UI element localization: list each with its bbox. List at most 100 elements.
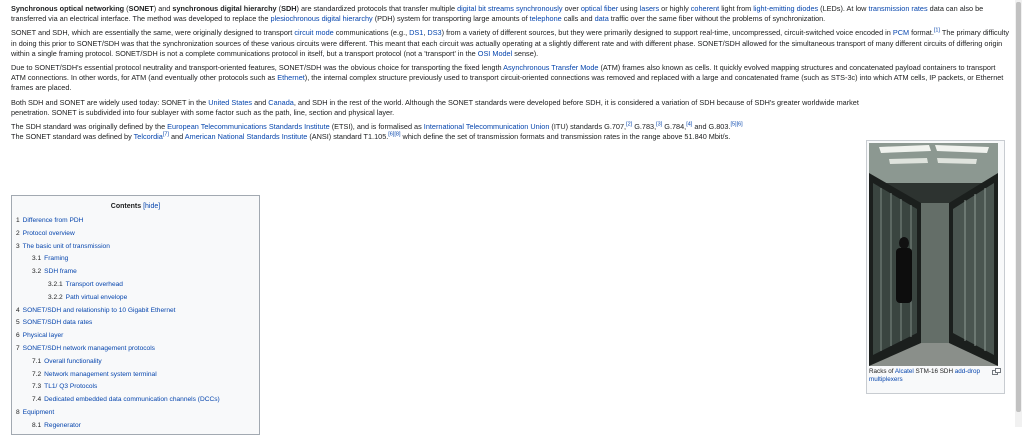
toc-item[interactable]: 3.2.1 Transport overhead: [16, 279, 255, 292]
toc-item[interactable]: 7.2 Network management system terminal: [16, 369, 255, 382]
toc-item-number: 7.3: [32, 383, 42, 391]
toc-item-number: 2: [16, 229, 20, 237]
link-ansi[interactable]: American National Standards Institute: [185, 132, 308, 141]
toc-item[interactable]: 8 Equipment: [16, 407, 255, 420]
article-body: Synchronous optical networking (SONET) a…: [11, 4, 1011, 146]
text: using: [618, 4, 640, 13]
toc-item-link[interactable]: Difference from PDH: [23, 217, 84, 224]
link-atm[interactable]: Asynchronous Transfer Mode: [503, 63, 598, 72]
toc-item-link[interactable]: SONET/SDH network management protocols: [23, 345, 155, 352]
scrollbar-thumb[interactable]: [1016, 2, 1021, 412]
toc-item-link[interactable]: Framing: [44, 255, 68, 262]
toc-item-link[interactable]: SONET/SDH and relationship to 10 Gigabit…: [23, 307, 176, 314]
link-coherent[interactable]: coherent: [691, 4, 719, 13]
link-pcm[interactable]: PCM: [893, 28, 909, 37]
toc-title-text: Contents: [110, 203, 142, 210]
toc-item[interactable]: 7.3 TL1/ Q3 Protocols: [16, 381, 255, 394]
text: Due to SONET/SDH's essential protocol ne…: [11, 63, 504, 73]
link-united-states[interactable]: United States: [208, 98, 252, 107]
link-optical-fiber[interactable]: optical fiber: [581, 4, 618, 13]
toc-list: 1 Difference from PDH 2 Protocol overview 3 T…: [16, 215, 255, 433]
toc-item-link[interactable]: Physical layer: [23, 332, 64, 339]
toc-item-link[interactable]: TL1/ Q3 Protocols: [44, 383, 97, 390]
toc-item-number: 6: [16, 332, 20, 340]
toc-item[interactable]: 1 Difference from PDH: [16, 215, 255, 228]
enlarge-icon[interactable]: [992, 368, 1001, 378]
link-leds[interactable]: light-emitting diodes: [753, 4, 818, 13]
scrollbar-track[interactable]: [1015, 0, 1022, 427]
text: (PDH) system for transporting large amou…: [372, 14, 530, 24]
toc-item[interactable]: 3 The basic unit of transmission: [16, 241, 255, 254]
toc-item-link[interactable]: Transport overhead: [66, 281, 123, 288]
link-itu[interactable]: International Telecommunication Union: [424, 122, 550, 131]
racks-photo[interactable]: [869, 143, 998, 366]
toc-item-link[interactable]: Protocol overview: [23, 230, 75, 237]
toc-item-number: 3.2: [32, 268, 42, 276]
toc-item-link[interactable]: SONET/SDH data rates: [23, 319, 93, 326]
citation-6-8[interactable]: [6][8]: [388, 132, 400, 138]
toc-item[interactable]: 4 SONET/SDH and relationship to 10 Gigabi…: [16, 305, 255, 318]
text: Both SDH and SONET are widely used today…: [11, 97, 209, 107]
link-synchronously[interactable]: synchronously: [516, 4, 563, 13]
text: The SONET standard was defined by: [11, 132, 134, 142]
text: which define the set of transmission for…: [400, 132, 731, 142]
link-osi-model[interactable]: OSI Model: [478, 49, 512, 58]
link-telephone[interactable]: telephone: [530, 14, 562, 23]
link-circuit-mode[interactable]: circuit mode: [294, 28, 333, 37]
link-pdh[interactable]: plesiochronous digital hierarchy: [270, 14, 372, 23]
link-lasers[interactable]: lasers: [640, 4, 659, 13]
toc-item-number: 7.4: [32, 396, 42, 404]
toc-item-number: 1: [16, 217, 20, 224]
toc-item-link[interactable]: The basic unit of transmission: [23, 243, 110, 250]
text: ) from a variety of different sources, b…: [441, 28, 893, 38]
link-ds3[interactable]: DS3: [427, 28, 441, 37]
link-ethernet[interactable]: Ethernet: [277, 73, 305, 82]
toc-item[interactable]: 6 Physical layer: [16, 330, 255, 343]
toc-item-link[interactable]: Regenerator: [44, 422, 81, 429]
link-transmission-rates[interactable]: transmission rates: [868, 4, 927, 13]
text: (ITU) standards G.707,: [549, 122, 627, 132]
text: light from: [719, 4, 754, 13]
toc-item-link[interactable]: Equipment: [23, 409, 55, 416]
toc-item[interactable]: 7.4 Dedicated embedded data communication…: [16, 394, 255, 407]
toc-item-number: 7.1: [32, 357, 42, 365]
toc-item-number: 7.2: [32, 370, 42, 378]
text: or highly: [659, 4, 691, 13]
text: and G.803.: [692, 122, 731, 132]
text: ) and: [153, 4, 173, 13]
link-ds1[interactable]: DS1: [409, 28, 423, 37]
toc-item[interactable]: 2 Protocol overview: [16, 228, 255, 241]
paragraph-intro: Synchronous optical networking (SONET) a…: [11, 4, 1011, 24]
toc-item-link[interactable]: Path virtual envelope: [66, 294, 128, 301]
link-canada[interactable]: Canada: [268, 98, 294, 107]
link-digital-bit-streams[interactable]: digital bit streams: [457, 4, 514, 13]
toc-item-link[interactable]: Network management system terminal: [44, 371, 157, 378]
toc-item[interactable]: 3.2 SDH frame: [16, 266, 255, 279]
toc-item-link[interactable]: Dedicated embedded data communication ch…: [44, 396, 220, 403]
caption-text: STM-16 SDH: [913, 368, 955, 375]
toc-item[interactable]: 3.1 Framing: [16, 253, 255, 266]
toc-item[interactable]: 7 SONET/SDH network management protocols: [16, 343, 255, 356]
link-data[interactable]: data: [595, 14, 609, 23]
citation-5-6[interactable]: [5][6]: [730, 122, 742, 128]
text: (ANSI) standard T1.105.: [307, 132, 389, 142]
link-etsi[interactable]: European Telecommunications Standards In…: [167, 122, 330, 131]
toc-item-number: 5: [16, 319, 20, 327]
text: communications (e.g.,: [333, 28, 410, 38]
link-alcatel[interactable]: Alcatel: [895, 368, 914, 375]
toc-item[interactable]: 5 SONET/SDH data rates: [16, 317, 255, 330]
toc-hide-link[interactable]: [hide]: [143, 203, 160, 210]
toc-item[interactable]: 7.1 Overall functionality: [16, 356, 255, 369]
link-telcordia[interactable]: Telcordia: [134, 132, 163, 141]
toc-item-number: 3: [16, 242, 20, 250]
toc-item-link[interactable]: Overall functionality: [44, 358, 102, 365]
toc-item-number: 8.1: [32, 421, 42, 429]
text: format.: [909, 28, 934, 38]
toc-item-link[interactable]: SDH frame: [44, 268, 77, 275]
toc-item[interactable]: 3.2.2 Path virtual envelope: [16, 292, 255, 305]
caption-text: Racks of: [869, 368, 895, 375]
toc-item[interactable]: 8.1 Regenerator: [16, 420, 255, 433]
toc-item-number: 8: [16, 408, 20, 416]
toc-title: Contents [hide]: [16, 199, 255, 215]
term-sonet: Synchronous optical networking: [11, 4, 125, 13]
